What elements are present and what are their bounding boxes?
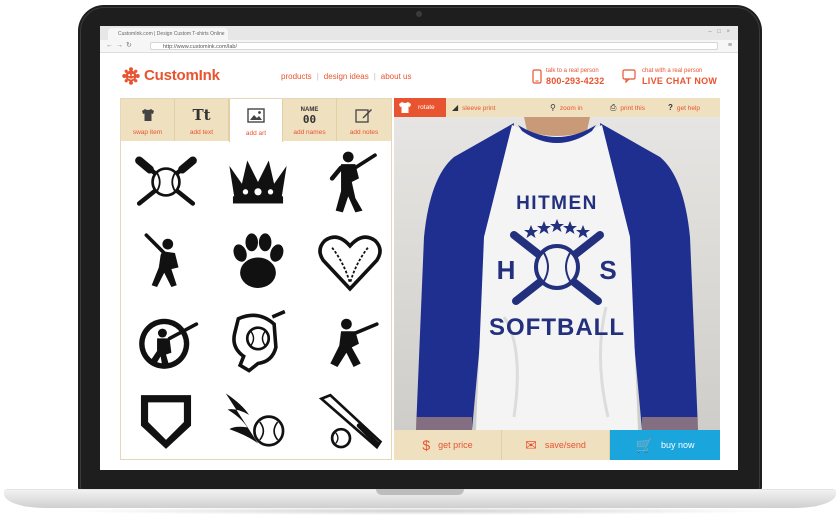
- art-batter-silhouette[interactable]: [310, 304, 390, 380]
- shirt-icon: [121, 105, 174, 125]
- rotate-button[interactable]: rotate: [394, 98, 446, 117]
- top-nav: products | design ideas | about us: [281, 72, 412, 81]
- phone-label: talk to a real person: [546, 68, 599, 74]
- camera-dot: [416, 11, 422, 17]
- print-icon: ⎙: [610, 103, 617, 112]
- sleeve-print-button[interactable]: ◢ sleeve print: [452, 98, 495, 117]
- get-help-button[interactable]: ? get help: [668, 98, 700, 117]
- window-controls[interactable]: – □ ×: [708, 29, 732, 35]
- print-button[interactable]: ⎙ print this: [610, 98, 645, 117]
- tab-add-notes[interactable]: add notes: [337, 99, 391, 141]
- art-baseball-heart[interactable]: [310, 224, 390, 300]
- site-logo[interactable]: CustomInk: [144, 67, 220, 85]
- browser-tabbar: CustomInk.com | Design Custom T-shirts O…: [100, 26, 738, 40]
- help-icon: ?: [668, 103, 673, 112]
- menu-icon[interactable]: ≡: [728, 42, 732, 50]
- live-chat-link[interactable]: LIVE CHAT NOW: [642, 76, 717, 86]
- art-paw-print[interactable]: [218, 224, 298, 300]
- art-batter-swinging[interactable]: [310, 144, 390, 220]
- art-batter-ready[interactable]: [126, 224, 206, 300]
- cart-icon: 🛒: [635, 436, 653, 453]
- art-baseball-player-circle[interactable]: [126, 304, 206, 380]
- tab-add-art[interactable]: add art: [229, 99, 283, 142]
- customink-logo-icon[interactable]: [122, 67, 140, 85]
- forward-icon[interactable]: →: [116, 42, 126, 49]
- address-toolbar: ←→↻ http://www.customink.com/lab/ ≡: [100, 40, 738, 53]
- nav-buttons[interactable]: ←→↻: [106, 41, 135, 51]
- laptop-notch: [376, 489, 464, 495]
- image-icon: [230, 105, 282, 125]
- shirt-preview: HITMEN H S SOFTBALL: [394, 117, 720, 430]
- nav-design-ideas[interactable]: design ideas: [324, 72, 369, 81]
- sleeve-icon: ◢: [452, 103, 459, 112]
- raglan-shirt-mockup[interactable]: HITMEN H S SOFTBALL: [394, 117, 720, 430]
- nav-about-us[interactable]: about us: [381, 72, 412, 81]
- text-icon: Tt: [192, 106, 211, 124]
- buy-now-button[interactable]: 🛒 buy now: [610, 430, 720, 460]
- rotate-shirt-icon: [399, 102, 411, 113]
- art-bat-and-ball[interactable]: [310, 384, 390, 460]
- design-bottom-text: SOFTBALL: [489, 314, 625, 341]
- tab-add-text[interactable]: Tt add text: [175, 99, 229, 141]
- save-send-button[interactable]: ✉ save/send: [502, 430, 610, 460]
- dollar-icon: $: [422, 437, 431, 453]
- tab-swap-item[interactable]: swap item: [121, 99, 175, 141]
- art-crossed-bats-baseball[interactable]: [126, 144, 206, 220]
- browser-tab[interactable]: CustomInk.com | Design Custom T-shirts O…: [108, 28, 228, 40]
- art-home-plate[interactable]: [126, 384, 206, 460]
- art-flaming-baseball[interactable]: [218, 384, 298, 460]
- screen: CustomInk.com | Design Custom T-shirts O…: [100, 26, 738, 470]
- notes-icon: [337, 105, 391, 125]
- art-glove-and-ball[interactable]: [218, 304, 298, 380]
- chat-label: chat with a real person: [642, 68, 703, 74]
- save-mail-icon: ✉: [525, 436, 537, 453]
- art-grid: [126, 144, 388, 456]
- names-numbers-icon: NAME 00: [300, 107, 319, 126]
- tab-add-names[interactable]: NAME 00 add names: [283, 99, 337, 141]
- back-icon[interactable]: ←: [106, 42, 116, 49]
- reload-icon[interactable]: ↻: [126, 42, 135, 49]
- phone-icon: [532, 69, 542, 84]
- zoom-icon: ⚲: [550, 103, 556, 112]
- design-top-text: HITMEN: [516, 193, 598, 214]
- zoom-in-button[interactable]: ⚲ zoom in: [550, 98, 583, 117]
- chat-icon: [622, 69, 636, 83]
- phone-number[interactable]: 800-293-4232: [546, 76, 604, 86]
- nav-products[interactable]: products: [281, 72, 312, 81]
- design-right-letter: S: [599, 255, 616, 285]
- get-price-button[interactable]: $ get price: [394, 430, 502, 460]
- design-left-letter: H: [497, 255, 516, 285]
- laptop-shadow: [60, 507, 780, 515]
- address-bar[interactable]: http://www.customink.com/lab/: [150, 42, 718, 50]
- art-crown[interactable]: [218, 144, 298, 220]
